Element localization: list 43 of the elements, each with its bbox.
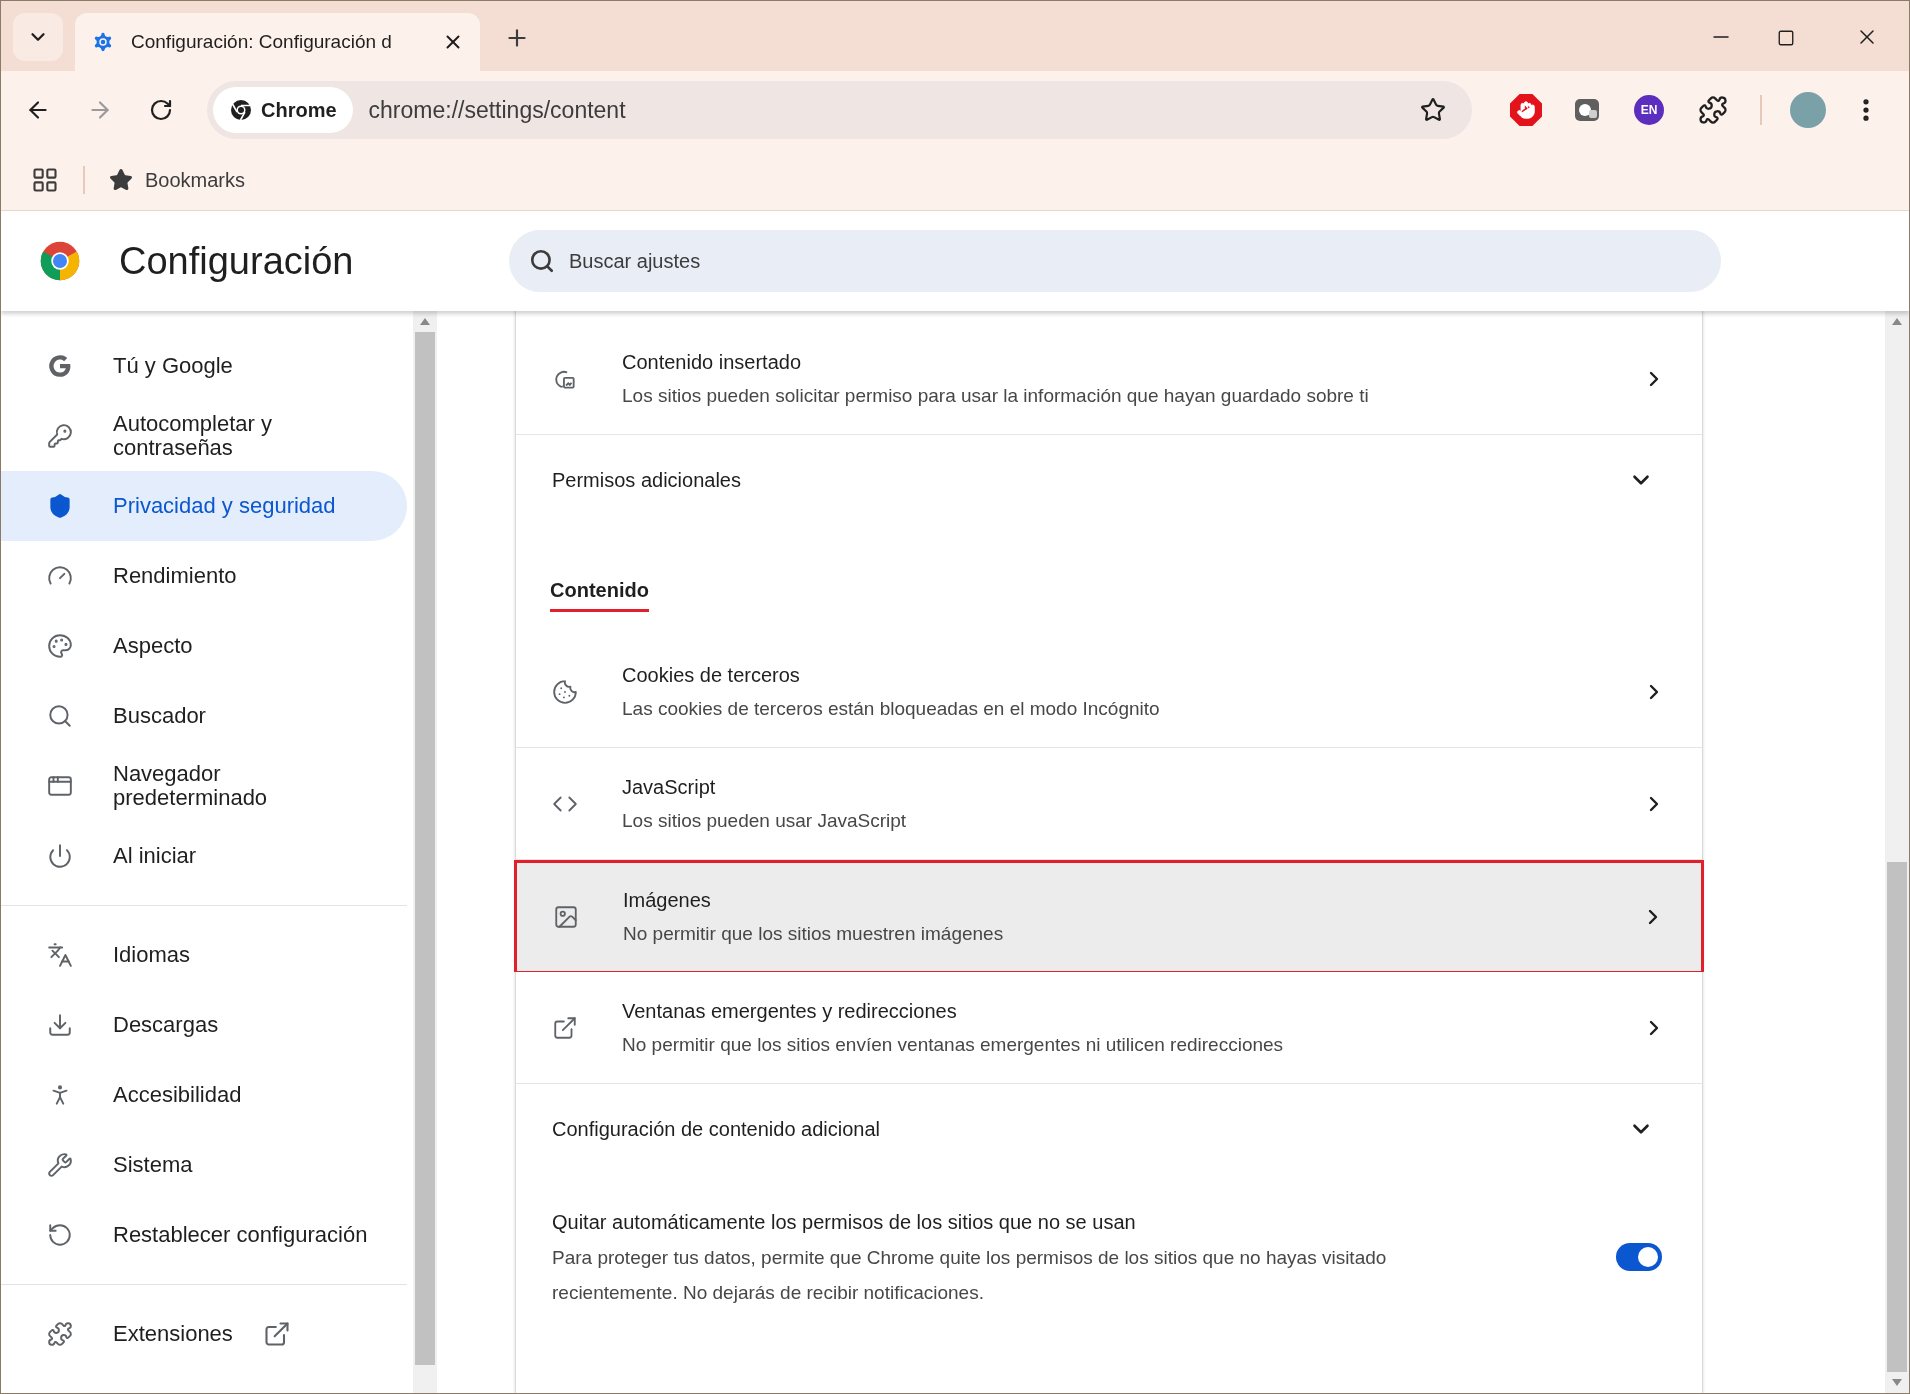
browser-tab[interactable]: Configuración: Configuración d	[75, 13, 480, 71]
search-field[interactable]: Buscar ajustes	[509, 230, 1721, 292]
url-text: chrome://settings/content	[368, 95, 627, 125]
row-title: Ventanas emergentes y redirecciones	[622, 998, 958, 1024]
bookmarks-button[interactable]: Bookmarks	[109, 164, 246, 195]
row-title: Imágenes	[623, 888, 712, 913]
sidebar-item[interactable]: Privacidad y seguridad	[1, 471, 407, 541]
expander-row[interactable]: Configuración de contenido adicional	[516, 1084, 1702, 1174]
sidebar-item[interactable]: Idiomas	[1, 920, 407, 990]
settings-row[interactable]: Contenido insertado Los sitios pueden solicitar permiso para usar la información que hayan guardado sobre ti	[516, 323, 1702, 435]
sidebar-item[interactable]: Al iniciar	[1, 821, 407, 891]
sidebar-item[interactable]: Accesibilidad	[1, 1060, 407, 1130]
settings-row[interactable]: Ventanas emergentes y redirecciones No permitir que los sitios envíen ventanas emergentes ni utilicen redirecciones	[516, 972, 1702, 1084]
site-chip[interactable]: Chrome	[213, 87, 353, 133]
row-description: No permitir que los sitios envíen ventanas emergentes ni utilicen redirecciones	[622, 1032, 1285, 1057]
language-badge[interactable]: EN	[1634, 95, 1664, 125]
section-heading: Contenido	[550, 575, 649, 612]
expander-row[interactable]: Permisos adicionales	[516, 435, 1702, 525]
row-description: Los sitios pueden usar JavaScript	[622, 808, 908, 833]
site-chip-label: Chrome	[261, 98, 337, 123]
row-title: Contenido insertado	[622, 349, 802, 375]
row-title: Cookies de terceros	[622, 662, 801, 688]
row-title: JavaScript	[622, 774, 717, 800]
sidebar-item[interactable]: Descargas	[1, 990, 407, 1060]
sidebar-item[interactable]: Buscador	[1, 681, 407, 751]
sidebar-item[interactable]: Restablecer configuración	[1, 1200, 407, 1270]
row-description: No permitir que los sitios muestren imágenes	[623, 922, 1005, 946]
sidebar-item[interactable]: Tú y Google	[1, 331, 407, 401]
settings-row[interactable]: Imágenes No permitir que los sitios muestren imágenes	[514, 860, 1704, 972]
sidebar-item[interactable]: Rendimiento	[1, 541, 407, 611]
settings-row[interactable]: Cookies de terceros Las cookies de terceros están bloqueadas en el modo Incógnito	[516, 636, 1702, 748]
sidebar-item[interactable]: Aspecto	[1, 611, 407, 681]
address-bar[interactable]: Chrome chrome://settings/content	[207, 81, 1472, 139]
sidebar-item[interactable]: Sistema	[1, 1130, 407, 1200]
row-description: Los sitios pueden solicitar permiso para usar la información que hayan guardado sobre ti	[622, 383, 1370, 408]
tab-title: Configuración: Configuración d	[131, 29, 393, 54]
sidebar-item[interactable]: Navegador predeterminado	[1, 751, 407, 821]
setting-title: Quitar automáticamente los permisos de los sitios que no se usan	[552, 1210, 1137, 1235]
page-title: Configuración	[119, 238, 355, 284]
setting-description: Para proteger tus datos, permite que Chrome quite los permisos de los sitios que no hayas visitado recientemente. No dejarás de recibir notificaciones.	[552, 1246, 1388, 1305]
sidebar-item[interactable]: Extensiones	[1, 1299, 407, 1369]
row-description: Las cookies de terceros están bloqueadas en el modo Incógnito	[622, 696, 1161, 721]
sidebar-item[interactable]: Autocompletar y contraseñas	[1, 401, 407, 471]
